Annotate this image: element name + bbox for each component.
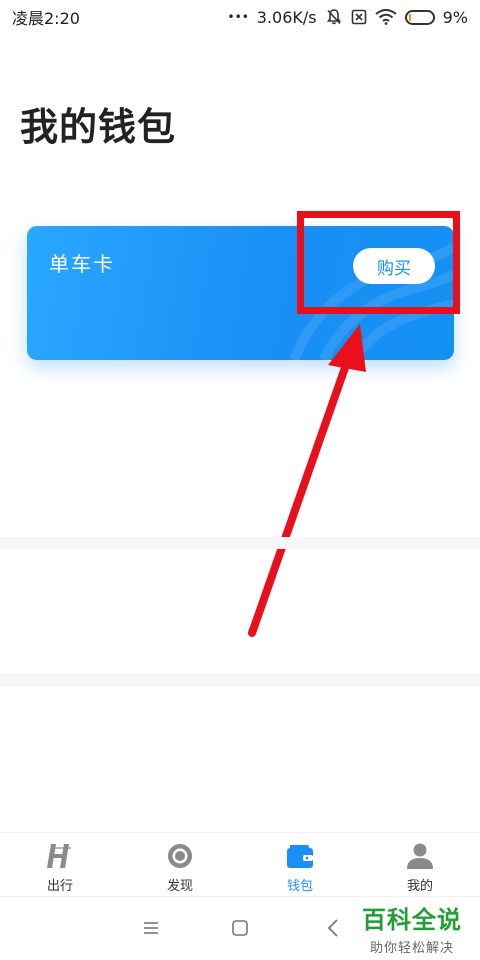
tab-label: 出行 [46, 879, 73, 894]
mute-icon [325, 8, 343, 26]
section-divider [0, 537, 480, 549]
network-speed: 3.06K/s [256, 7, 317, 27]
bottom-tab-bar: 出行 发现 钱包 我的 [0, 832, 480, 894]
status-dots: ••• [227, 10, 249, 24]
annotation-highlight-box [297, 211, 460, 314]
page-title: 我的钱包 [20, 105, 177, 149]
home-icon[interactable] [225, 915, 255, 941]
tab-label: 钱包 [286, 879, 313, 894]
watermark: 百科全说 助你轻松解决 [352, 900, 472, 956]
wifi-icon [374, 9, 397, 25]
status-bar: 凌晨2:20 ••• 3.06K/s 9% [0, 0, 480, 34]
battery-fill [408, 13, 411, 21]
status-time: 凌晨2:20 [12, 9, 80, 28]
wallet-icon [285, 841, 315, 871]
tab-wallet[interactable]: 钱包 [240, 833, 360, 894]
status-indicators: ••• 3.06K/s 9% [228, 8, 468, 27]
sim-off-icon [351, 9, 367, 25]
tab-label: 我的 [406, 879, 433, 894]
tab-me[interactable]: 我的 [360, 833, 480, 894]
watermark-sub: 助你轻松解决 [369, 941, 454, 956]
battery-icon [404, 9, 435, 25]
ride-logo-icon [45, 841, 75, 871]
section-divider [0, 674, 480, 686]
back-icon[interactable] [318, 915, 348, 941]
person-icon [405, 841, 435, 871]
menu-icon[interactable] [136, 915, 166, 941]
screen: 凌晨2:20 ••• 3.06K/s 9% 我的钱包 单车卡 购买 出行 发现 … [0, 0, 480, 960]
battery-percent: 9% [442, 7, 468, 27]
discover-icon [165, 841, 195, 871]
tab-ride[interactable]: 出行 [0, 833, 120, 894]
tab-label: 发现 [166, 879, 193, 894]
card-title: 单车卡 [49, 252, 115, 276]
watermark-main: 百科全说 [362, 906, 462, 934]
tab-discover[interactable]: 发现 [120, 833, 240, 894]
